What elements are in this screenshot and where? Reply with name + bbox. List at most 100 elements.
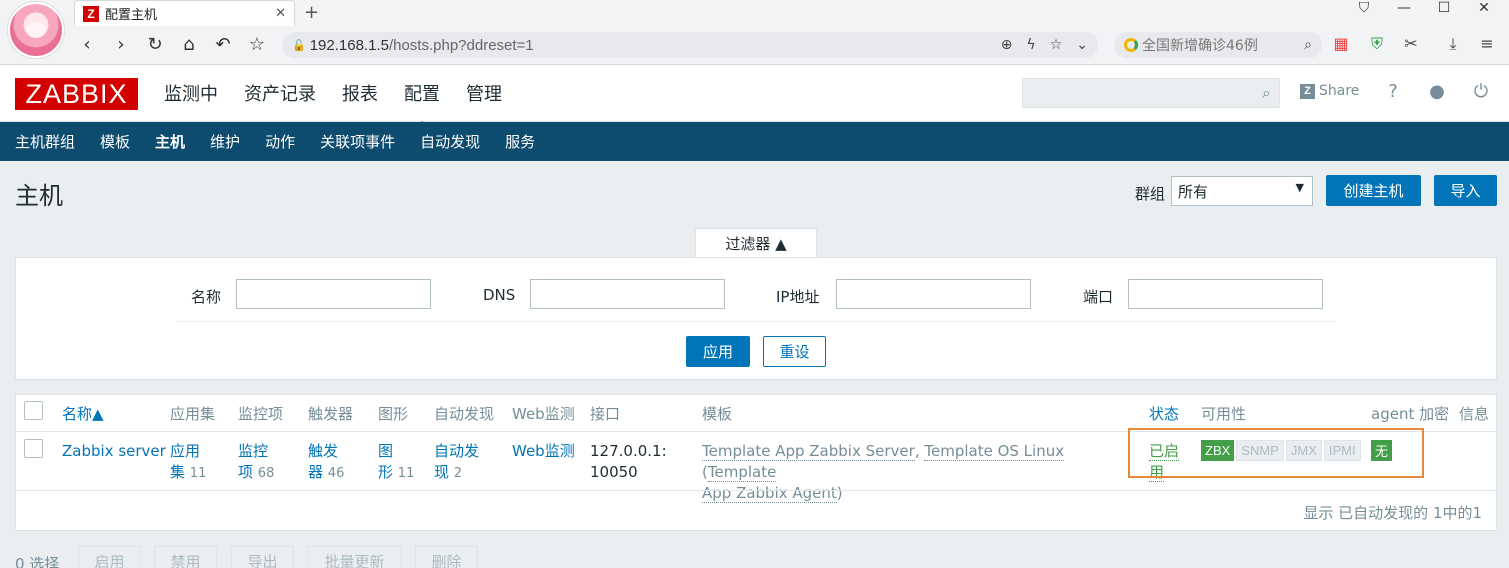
col-status-sort[interactable]: 状态 — [1149, 403, 1179, 424]
reload-icon[interactable]: ↻ — [144, 34, 166, 55]
highlight-annotation-box — [1128, 428, 1424, 478]
create-host-button[interactable]: 创建主机 — [1326, 175, 1421, 206]
window-close-icon[interactable]: ✕ — [1477, 0, 1491, 20]
host-templates: Template App Zabbix Server, Template OS … — [702, 442, 1065, 503]
group-select[interactable]: 所有 ▼ — [1171, 176, 1313, 206]
apply-button[interactable]: 应用 — [686, 336, 750, 367]
help-icon[interactable]: ? — [1382, 81, 1404, 102]
browser-search-text: 全国新增确诊46例 — [1142, 38, 1258, 54]
bookmark-star-icon[interactable]: ☆ — [1050, 37, 1063, 53]
subnav-discovery[interactable]: 自动发现 — [420, 131, 480, 152]
zabbix-logo[interactable]: ZABBIX — [15, 78, 138, 110]
chevron-down-icon[interactable]: ⌄ — [1076, 37, 1088, 53]
dropdown-arrow-icon: ▼ — [1295, 181, 1304, 194]
nav-reports[interactable]: 报表 — [342, 80, 378, 106]
template-app-zabbix-server-link[interactable]: Template App Zabbix Server — [702, 442, 915, 461]
group-select-value: 所有 — [1178, 183, 1209, 201]
main-nav: 监测中 资产记录 报表 配置 管理 — [164, 80, 502, 128]
plus-icon[interactable]: + — [304, 2, 319, 23]
filter-name-input[interactable] — [236, 279, 431, 309]
subnav-hosts[interactable]: 主机 — [155, 131, 185, 152]
host-applications-link[interactable]: 应用 集 11 — [170, 441, 206, 484]
nav-inventory[interactable]: 资产记录 — [244, 80, 316, 106]
browser-chrome: Z 配置主机 ✕ + ⛉ — ☐ ✕ ‹ › ↻ ⌂ ↶ ☆ 🔓 192.168… — [0, 0, 1509, 65]
col-availability: 可用性 — [1201, 405, 1247, 423]
apps-grid-icon[interactable]: ▦ — [1330, 34, 1352, 53]
filter-port-input[interactable] — [1128, 279, 1323, 309]
back-icon[interactable]: ‹ — [76, 34, 98, 55]
zoom-icon[interactable]: ⊕ — [1001, 37, 1013, 53]
subnav-event-correlation[interactable]: 关联项事件 — [320, 131, 395, 152]
host-web-link[interactable]: Web监测 — [512, 441, 575, 462]
search-engine-icon — [1124, 38, 1138, 52]
lightning-icon[interactable]: ϟ — [1026, 37, 1035, 53]
import-button[interactable]: 导入 — [1434, 175, 1497, 206]
host-graphs-link[interactable]: 图 形 11 — [378, 441, 414, 484]
col-discovery: 自动发现 — [434, 405, 495, 423]
home-icon[interactable]: ⌂ — [178, 34, 200, 55]
pagination-summary: 显示 已自动发现的 1中的1 — [1303, 504, 1482, 522]
undo-icon[interactable]: ↶ — [212, 34, 234, 55]
subnav-actions[interactable]: 动作 — [265, 131, 295, 152]
col-encryption: agent 加密 — [1371, 405, 1450, 423]
template-app-zabbix-agent-link[interactable]: Template App Zabbix Agent — [702, 463, 837, 503]
reset-button[interactable]: 重设 — [763, 336, 826, 367]
close-icon[interactable]: ✕ — [275, 6, 286, 21]
search-icon[interactable]: ⌕ — [1304, 37, 1312, 53]
zabbix-favicon-icon: Z — [83, 5, 99, 22]
nav-administration[interactable]: 管理 — [466, 80, 502, 106]
zabbix-share-icon: Z — [1300, 83, 1315, 99]
shirt-icon[interactable]: ⛉ — [1357, 0, 1371, 20]
menu-icon[interactable]: ≡ — [1476, 34, 1498, 53]
browser-search-box[interactable]: 全国新增确诊46例 ⌕ — [1114, 32, 1322, 58]
maximize-icon[interactable]: ☐ — [1437, 0, 1451, 20]
subnav-maintenance[interactable]: 维护 — [210, 131, 240, 152]
minimize-icon[interactable]: — — [1397, 0, 1411, 20]
row-divider — [16, 490, 1496, 491]
user-profile-icon[interactable]: ● — [1426, 81, 1448, 102]
browser-tab[interactable]: Z 配置主机 ✕ — [74, 0, 295, 26]
global-search-input[interactable]: ⌕ — [1022, 78, 1280, 108]
download-icon[interactable]: ⤓ — [1442, 34, 1464, 54]
host-discovery-link[interactable]: 自动发 现 2 — [434, 441, 479, 484]
subnav-templates[interactable]: 模板 — [100, 131, 130, 152]
filter-name-label: 名称 — [191, 288, 222, 306]
template-os-linux-link[interactable]: Template OS Linux — [924, 442, 1065, 461]
host-name-link[interactable]: Zabbix server — [62, 441, 166, 462]
profile-avatar[interactable] — [8, 2, 64, 58]
share-link[interactable]: Z Share — [1300, 83, 1359, 99]
mass-update-button[interactable]: 批量更新 — [307, 546, 402, 568]
selected-count: 0 选择 — [15, 555, 60, 568]
nav-configuration[interactable]: 配置 — [404, 80, 440, 128]
address-bar[interactable]: 🔓 192.168.1.5/hosts.php?ddreset=1 ⊕ ϟ ☆ … — [282, 32, 1098, 58]
export-button[interactable]: 导出 — [231, 546, 294, 568]
filter-toggle-tab[interactable]: 过滤器 ▲ — [695, 228, 817, 258]
disable-button[interactable]: 禁用 — [154, 546, 217, 568]
address-url[interactable]: 192.168.1.5/hosts.php?ddreset=1 — [310, 37, 1001, 54]
forward-icon[interactable]: › — [110, 34, 132, 55]
row-checkbox[interactable] — [24, 439, 43, 458]
host-items-link[interactable]: 监控 项 68 — [238, 441, 274, 484]
share-label: Share — [1319, 83, 1360, 99]
filter-ip-input[interactable] — [836, 279, 1031, 309]
filter-dns-input[interactable] — [530, 279, 725, 309]
shield-icon[interactable]: ⛨ — [1366, 34, 1388, 54]
star-icon[interactable]: ☆ — [246, 34, 268, 55]
host-triggers-link[interactable]: 触发 器 46 — [308, 441, 344, 484]
search-icon[interactable]: ⌕ — [1262, 83, 1271, 103]
insecure-lock-icon[interactable]: 🔓 — [292, 39, 306, 52]
scissors-icon[interactable]: ✂ — [1400, 34, 1422, 53]
logout-power-icon[interactable]: ⏻ — [1470, 81, 1492, 102]
nav-monitoring[interactable]: 监测中 — [164, 80, 218, 106]
enable-button[interactable]: 启用 — [78, 546, 141, 568]
filter-panel: 名称 DNS IP地址 端口 — [15, 257, 1497, 380]
filter-port-label: 端口 — [1083, 288, 1114, 306]
col-name-sort[interactable]: 名称▲ — [62, 403, 104, 424]
subnav-services[interactable]: 服务 — [505, 131, 535, 152]
select-all-checkbox[interactable] — [24, 401, 43, 420]
subnav-host-groups[interactable]: 主机群组 — [15, 131, 75, 152]
sub-nav: 主机群组 模板 主机 维护 动作 关联项事件 自动发现 服务 — [0, 122, 1509, 161]
delete-button[interactable]: 删除 — [415, 546, 478, 568]
col-web: Web监测 — [512, 405, 575, 423]
col-interface: 接口 — [590, 405, 621, 423]
